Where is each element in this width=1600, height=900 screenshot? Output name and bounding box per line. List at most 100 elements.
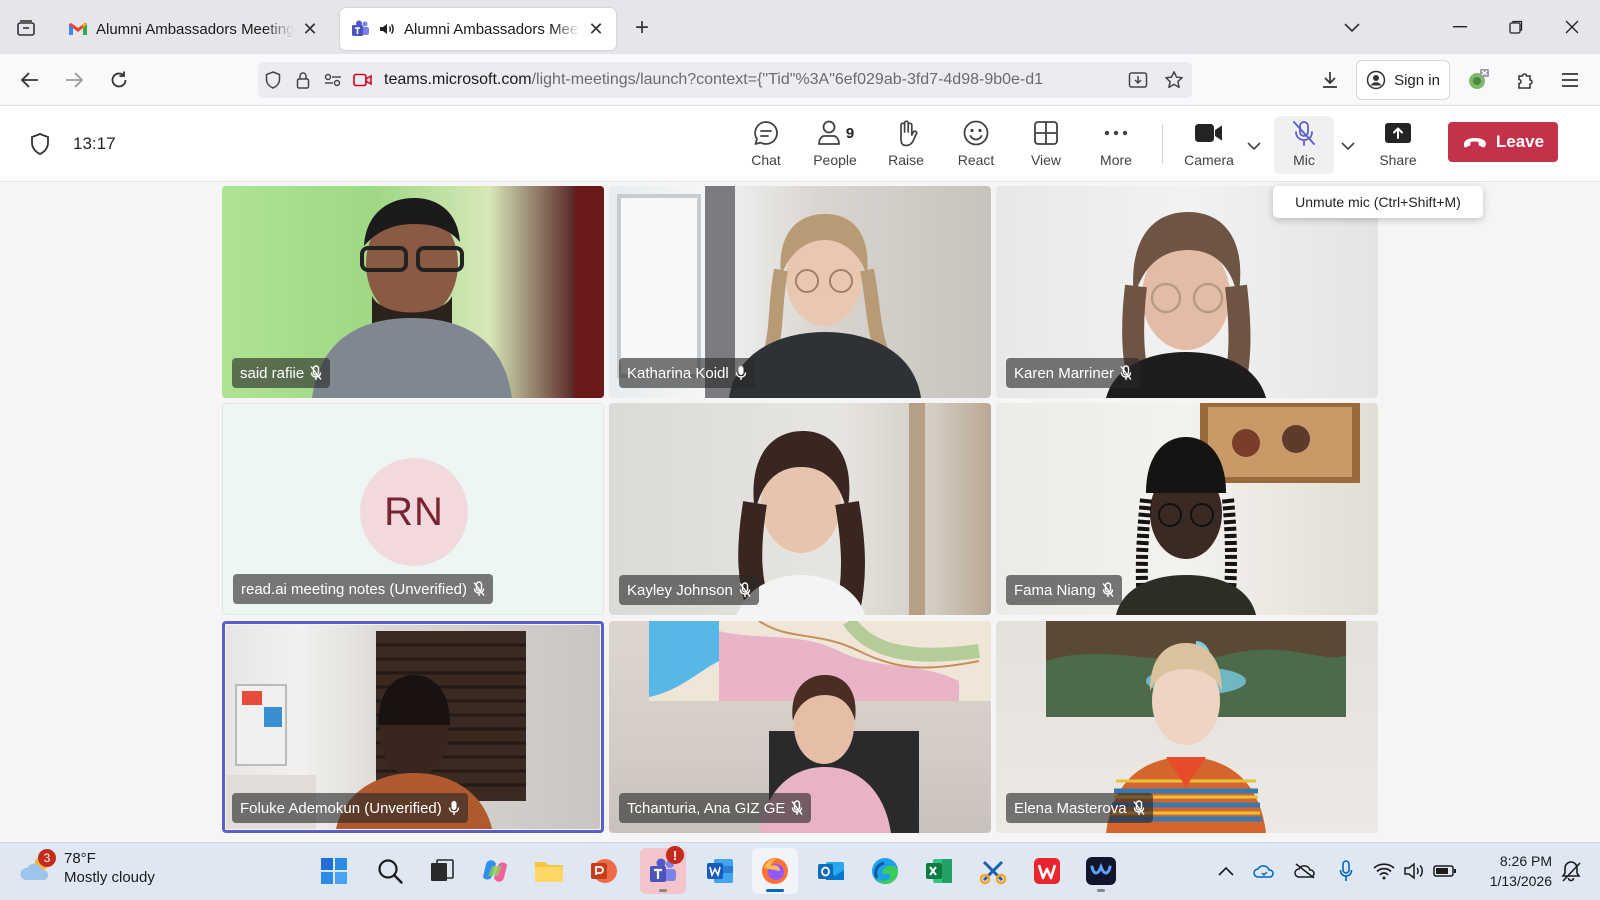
mic-muted-icon	[791, 800, 803, 815]
toolbar-divider	[1162, 124, 1163, 164]
sign-in-label: Sign in	[1394, 71, 1440, 89]
mic-muted-icon	[1133, 800, 1145, 815]
clock-time: 8:26 PM	[1499, 853, 1552, 869]
weather-description: Mostly cloudy	[64, 869, 155, 886]
mic-muted-icon	[1293, 121, 1315, 146]
mic-on-icon	[735, 366, 746, 380]
participant-tile[interactable]: Elena Masterova	[996, 621, 1378, 833]
url-bar[interactable]: teams.microsoft.com/light-meetings/launc…	[258, 62, 1192, 98]
camera-options-chevron-icon[interactable]	[1244, 136, 1264, 156]
tab-gmail[interactable]: Alumni Ambassadors Meeting - ✕	[58, 8, 330, 50]
snipping-tool-icon[interactable]	[970, 848, 1016, 894]
bookmark-star-icon[interactable]	[1156, 62, 1192, 98]
cloud-offline-icon[interactable]	[1292, 857, 1318, 885]
view-button[interactable]: View	[1014, 116, 1078, 174]
participant-nametag: Elena Masterova	[1006, 793, 1153, 823]
extensions-puzzle-icon[interactable]	[1509, 64, 1541, 96]
show-hidden-icons-chevron-icon[interactable]	[1213, 857, 1239, 885]
tab-list-icon[interactable]	[12, 14, 40, 42]
participant-name: Fama Niang	[1014, 581, 1096, 599]
participant-nametag: Fama Niang	[1006, 575, 1122, 605]
teams-taskbar-icon[interactable]: !	[640, 846, 686, 894]
close-window-icon[interactable]	[1544, 0, 1600, 54]
people-button[interactable]: 9 People	[803, 116, 867, 174]
restore-icon[interactable]	[1488, 0, 1544, 54]
sign-in-button[interactable]: Sign in	[1356, 60, 1450, 100]
grid-view-icon	[1034, 121, 1058, 145]
participant-tile[interactable]: Katharina Koidl	[609, 186, 991, 398]
permissions-icon[interactable]	[318, 62, 348, 98]
participant-tile[interactable]: said rafiie	[222, 186, 604, 398]
chat-button[interactable]: Chat	[734, 116, 798, 174]
participant-nametag: said rafiie	[232, 358, 331, 388]
tab-title: Alumni Ambassadors Meeting |	[404, 20, 580, 38]
camera-button[interactable]: Camera	[1176, 116, 1242, 174]
edge-icon[interactable]	[862, 848, 908, 894]
camera-sharing-icon[interactable]	[348, 62, 378, 98]
participant-name: Tchanturia, Ana GIZ GE	[627, 799, 786, 817]
mic-options-chevron-icon[interactable]	[1338, 136, 1358, 156]
microphone-in-use-icon[interactable]	[1333, 857, 1359, 885]
notification-center-icon[interactable]	[1558, 857, 1584, 885]
excel-icon[interactable]	[916, 848, 962, 894]
more-button[interactable]: More	[1084, 116, 1148, 174]
raise-hand-button[interactable]: Raise	[874, 116, 938, 174]
participant-tile[interactable]: Tchanturia, Ana GIZ GE	[609, 621, 991, 833]
mic-muted-icon	[310, 365, 322, 380]
minimize-icon[interactable]	[1432, 0, 1488, 54]
meeting-shield-icon[interactable]	[28, 132, 52, 156]
share-label: Share	[1379, 152, 1417, 168]
mic-muted-icon	[739, 582, 751, 597]
participant-tile-active-speaker[interactable]: Foluke Ademokun (Unverified)	[222, 621, 604, 833]
participant-nametag: Katharina Koidl	[619, 358, 755, 388]
task-view-icon[interactable]	[419, 848, 465, 894]
outlook-icon[interactable]	[808, 848, 854, 894]
reload-icon[interactable]	[103, 64, 135, 96]
participant-name: read.ai meeting notes (Unverified)	[241, 580, 467, 598]
wps-office-icon[interactable]	[1024, 848, 1070, 894]
app-window-icon[interactable]	[1078, 848, 1124, 894]
extension-icon[interactable]	[1462, 64, 1494, 96]
battery-icon[interactable]	[1432, 857, 1458, 885]
notification-badge: 3	[38, 849, 56, 867]
tab-teams[interactable]: Alumni Ambassadors Meeting | ✕	[340, 8, 616, 50]
hang-up-icon	[1463, 138, 1486, 148]
system-clock[interactable]: 8:26 PM 1/13/2026	[1466, 851, 1552, 891]
onedrive-sync-icon[interactable]	[1251, 857, 1277, 885]
meeting-toolbar: 13:17 Chat 9 People Raise React View Mor…	[0, 106, 1600, 182]
lock-icon[interactable]	[288, 62, 318, 98]
speaker-icon[interactable]	[378, 20, 396, 38]
forward-icon[interactable]	[58, 64, 90, 96]
search-icon[interactable]	[367, 848, 413, 894]
firefox-icon[interactable]	[752, 848, 798, 894]
windows-start-icon[interactable]	[311, 848, 357, 894]
mic-label: Mic	[1293, 152, 1315, 168]
back-icon[interactable]	[14, 64, 46, 96]
participant-tile[interactable]: RN read.ai meeting notes (Unverified)	[222, 403, 604, 615]
menu-hamburger-icon[interactable]	[1554, 64, 1586, 96]
close-tab-icon[interactable]: ✕	[586, 19, 606, 39]
mic-button[interactable]: Mic	[1274, 116, 1334, 174]
chevron-down-icon[interactable]	[1338, 14, 1366, 42]
file-explorer-icon[interactable]	[526, 848, 572, 894]
participant-name: Foluke Ademokun (Unverified)	[240, 799, 442, 817]
wifi-icon[interactable]	[1371, 857, 1397, 885]
participant-tile[interactable]: Kayley Johnson	[609, 403, 991, 615]
url-host: teams.microsoft.com	[384, 71, 532, 88]
downloads-icon[interactable]	[1314, 64, 1346, 96]
copilot-icon[interactable]	[472, 848, 518, 894]
tracking-shield-icon[interactable]	[258, 62, 288, 98]
weather-widget[interactable]: 3 78°F Mostly cloudy	[20, 849, 155, 887]
volume-icon[interactable]	[1401, 857, 1427, 885]
react-button[interactable]: React	[944, 116, 1008, 174]
participant-tile[interactable]: Fama Niang	[996, 403, 1378, 615]
powerpoint-icon[interactable]	[580, 848, 626, 894]
view-label: View	[1030, 152, 1062, 168]
save-page-icon[interactable]	[1120, 62, 1156, 98]
word-icon[interactable]	[697, 848, 743, 894]
leave-button[interactable]: Leave	[1448, 122, 1558, 162]
close-tab-icon[interactable]: ✕	[300, 19, 320, 39]
share-button[interactable]: Share	[1366, 116, 1430, 174]
participant-nametag: Foluke Ademokun (Unverified)	[232, 793, 468, 823]
new-tab-icon[interactable]: +	[628, 14, 656, 42]
